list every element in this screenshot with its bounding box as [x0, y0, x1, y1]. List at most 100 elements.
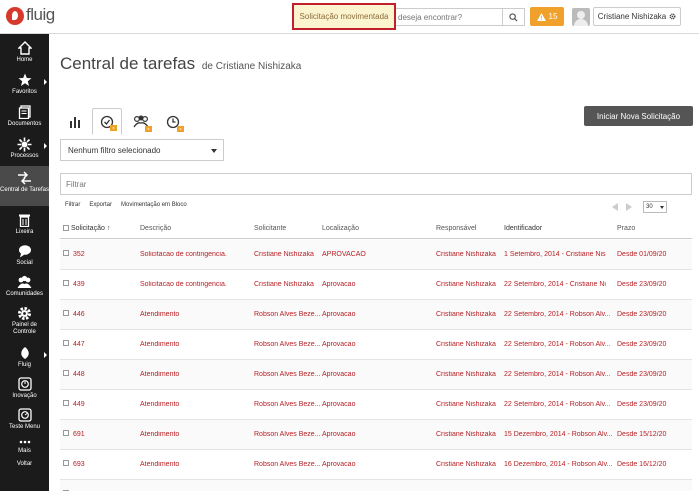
cell-request-id[interactable]: 448	[73, 371, 133, 378]
cell-location[interactable]: Aprovacao	[322, 341, 432, 348]
cell-request-id[interactable]: 691	[73, 431, 133, 438]
table-row[interactable]: 691 Atendimento Robson Alves Beze... Aprova…	[60, 420, 692, 450]
row-checkbox[interactable]	[63, 280, 69, 286]
cell-identifier[interactable]: 1 Setembro, 2014 - Cristiane Nis	[504, 251, 616, 258]
table-row[interactable]: 448 Atendimento Robson Alves Beze... Aprova…	[60, 360, 692, 390]
sidebar-item-comunidades[interactable]: Comunidades	[0, 270, 49, 304]
cell-description[interactable]: Atendimento	[140, 461, 250, 468]
column-header-solicitante[interactable]: Solicitante	[254, 225, 286, 232]
cell-request-id[interactable]: 447	[73, 341, 133, 348]
sidebar-item-social[interactable]: Social	[0, 239, 49, 273]
cell-requester[interactable]: Robson Alves Beze...	[254, 371, 320, 378]
cell-location[interactable]: Aprovacao	[322, 371, 432, 378]
row-checkbox[interactable]	[63, 250, 69, 256]
alerts-button[interactable]: 15	[530, 7, 564, 26]
column-header-identificador[interactable]: Identificador	[504, 225, 542, 232]
column-header-responsavel[interactable]: Responsável	[436, 225, 476, 232]
row-checkbox[interactable]	[63, 430, 69, 436]
sidebar-item-inovacao[interactable]: Inovação	[0, 372, 49, 406]
cell-location[interactable]: Aprovacao	[322, 431, 432, 438]
cell-requester[interactable]: Robson Alves Beze...	[254, 461, 320, 468]
cell-location[interactable]: Aprovacao	[322, 281, 432, 288]
row-checkbox[interactable]	[63, 400, 69, 406]
cell-deadline[interactable]: Desde 23/09/20	[617, 311, 692, 318]
cell-assignee[interactable]: Cristiane Nishizaka	[436, 311, 502, 318]
cell-request-id[interactable]: 439	[73, 281, 133, 288]
cell-description[interactable]: Atendimento	[140, 431, 250, 438]
user-menu-button[interactable]: Cristiane Nishizaka	[593, 7, 681, 26]
cell-identifier[interactable]: 22 Setembro, 2014 - Robson Alv...	[504, 401, 616, 408]
tab-statistics[interactable]	[60, 108, 90, 135]
select-all-checkbox[interactable]	[63, 225, 69, 231]
sidebar-item-home[interactable]: Home	[0, 36, 49, 70]
fluig-logo[interactable]: fluig	[6, 5, 58, 29]
sidebar-item-favoritos[interactable]: Favoritos	[0, 68, 49, 102]
cell-identifier[interactable]: 16 Dezembro, 2014 - Robson Alv...	[504, 461, 616, 468]
cell-location[interactable]: APROVACAO	[322, 251, 432, 258]
column-header-prazo[interactable]: Prazo	[617, 225, 635, 232]
cell-requester[interactable]: Cristiane Nishizaka	[254, 251, 320, 258]
cell-requester[interactable]: Robson Alves Beze...	[254, 401, 320, 408]
column-header-localizacao[interactable]: Localização	[322, 225, 359, 232]
cell-identifier[interactable]: 22 Setembro, 2014 - Robson Alv...	[504, 371, 616, 378]
cell-deadline[interactable]: Desde 16/12/20	[617, 461, 692, 468]
cell-identifier[interactable]: 15 Dezembro, 2014 - Robson Alv...	[504, 431, 616, 438]
avatar[interactable]	[572, 8, 590, 26]
column-header-solicitacao[interactable]: Solicitação ↑	[63, 225, 110, 232]
table-row[interactable]: 352 Solicitacao de contingencia. Cristiane…	[60, 240, 692, 270]
sidebar-item-teste-menu[interactable]: Teste Menu	[0, 403, 49, 437]
next-page-icon[interactable]	[625, 202, 633, 212]
cell-location[interactable]: Aprovacao	[322, 311, 432, 318]
table-row[interactable]: 449 Atendimento Robson Alves Beze... Aprova…	[60, 390, 692, 420]
cell-assignee[interactable]: Cristiane Nishizaka	[436, 461, 502, 468]
table-row[interactable]: 439 Solicitacao de contingencia. Cristiane…	[60, 270, 692, 300]
cell-identifier[interactable]: 22 Setembro, 2014 - Cristiane Ni	[504, 281, 616, 288]
table-row[interactable]: 693 Atendimento Robson Alves Beze... Aprova…	[60, 450, 692, 480]
cell-assignee[interactable]: Cristiane Nishizaka	[436, 431, 502, 438]
cell-identifier[interactable]: 22 Setembro, 2014 - Robson Alv...	[504, 311, 616, 318]
filter-select[interactable]: Nenhum filtro selecionado	[60, 139, 224, 161]
cell-description[interactable]: Solicitacao de contingencia.	[140, 251, 250, 258]
cell-requester[interactable]: Robson Alves Beze...	[254, 341, 320, 348]
cell-description[interactable]: Atendimento	[140, 371, 250, 378]
bulk-move-action-link[interactable]: Movimentação em Bloco	[121, 202, 187, 208]
cell-assignee[interactable]: Cristiane Nishizaka	[436, 251, 502, 258]
cell-assignee[interactable]: Cristiane Nishizaka	[436, 281, 502, 288]
row-checkbox[interactable]	[63, 310, 69, 316]
cell-requester[interactable]: Cristiane Nishizaka	[254, 281, 320, 288]
row-checkbox[interactable]	[63, 340, 69, 346]
tab-my-tasks[interactable]: x	[92, 108, 122, 135]
cell-deadline[interactable]: Desde 23/09/20	[617, 281, 692, 288]
cell-deadline[interactable]: Desde 01/09/20	[617, 251, 692, 258]
cell-description[interactable]: Atendimento	[140, 401, 250, 408]
sidebar-item-processos[interactable]: Processos	[0, 132, 49, 166]
sidebar-item-documentos[interactable]: Documentos	[0, 100, 49, 134]
sidebar-item-voltar[interactable]: Voltar	[0, 459, 49, 473]
cell-assignee[interactable]: Cristiane Nishizaka	[436, 371, 502, 378]
cell-deadline[interactable]: Desde 23/09/20	[617, 341, 692, 348]
sidebar-item-lixeira[interactable]: Lixeira	[0, 208, 49, 242]
cell-request-id[interactable]: 352	[73, 251, 133, 258]
cell-description[interactable]: Solicitacao de contingencia.	[140, 281, 250, 288]
cell-request-id[interactable]: 693	[73, 461, 133, 468]
filter-input[interactable]: Filtrar	[60, 173, 692, 195]
cell-location[interactable]: Aprovacao	[322, 461, 432, 468]
prev-page-icon[interactable]	[611, 202, 619, 212]
tab-process-tasks[interactable]: x	[158, 108, 188, 135]
page-size-select[interactable]: 30	[643, 201, 667, 213]
tab-group-tasks[interactable]: x	[126, 108, 156, 135]
cell-requester[interactable]: Robson Alves Beze...	[254, 431, 320, 438]
cell-deadline[interactable]: Desde 23/09/20	[617, 401, 692, 408]
cell-assignee[interactable]: Cristiane Nishizaka	[436, 401, 502, 408]
search-input[interactable]	[398, 10, 502, 24]
row-checkbox[interactable]	[63, 460, 69, 466]
cell-request-id[interactable]: 449	[73, 401, 133, 408]
sidebar-item-central-de-tarefas[interactable]: Central de Tarefas	[0, 166, 49, 206]
cell-deadline[interactable]: Desde 15/12/20	[617, 431, 692, 438]
table-row[interactable]: 697AtendimentoRobson Alves Beze...Aprova…	[60, 480, 692, 491]
table-row[interactable]: 446 Atendimento Robson Alves Beze... Aprova…	[60, 300, 692, 330]
column-header-descricao[interactable]: Descrição	[140, 225, 171, 232]
sidebar-item-fluig[interactable]: Fluig	[0, 341, 49, 375]
new-request-button[interactable]: Iniciar Nova Solicitação	[584, 106, 693, 126]
cell-description[interactable]: Atendimento	[140, 341, 250, 348]
